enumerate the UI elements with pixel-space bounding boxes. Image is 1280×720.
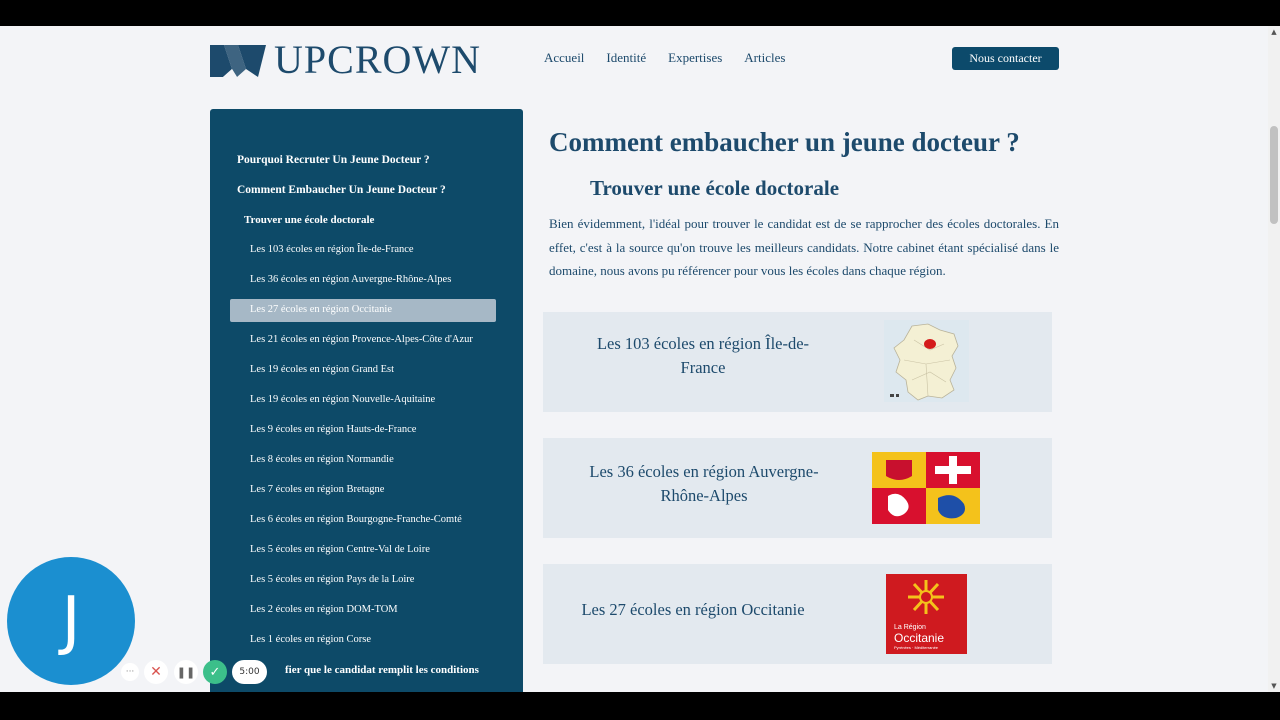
more-options-icon[interactable]: ··· <box>121 663 139 681</box>
brand-logo[interactable]: UPCROWN <box>210 40 481 80</box>
page-title: Comment embaucher un jeune docteur ? <box>549 127 1020 157</box>
crown-logo-icon <box>210 45 266 77</box>
section-title: Trouver une école doctorale <box>590 176 840 200</box>
recording-timer: 5:00 <box>232 660 267 684</box>
toc-item-corse[interactable]: Les 1 écoles en région Corse <box>250 634 371 645</box>
occitanie-logo: La Région Occitanie Pyrénées · Méditerra… <box>886 574 967 654</box>
main-nav: Accueil Identité Expertises Articles <box>544 50 785 66</box>
nav-link-articles[interactable]: Articles <box>744 50 785 66</box>
region-card-idf[interactable]: Les 103 écoles en région Île-de-France <box>543 312 1052 412</box>
table-of-contents: Pourquoi Recruter Un Jeune Docteur ? Com… <box>210 109 523 692</box>
toc-item-ara[interactable]: Les 36 écoles en région Auvergne-Rhône-A… <box>250 274 451 285</box>
recorder-avatar: J <box>7 557 135 685</box>
region-card-title: Les 103 écoles en région Île-de-France <box>596 334 810 377</box>
pause-icon[interactable]: ❚❚ <box>174 660 198 684</box>
toc-item-hauts-de-france[interactable]: Les 9 écoles en région Hauts-de-France <box>250 424 416 435</box>
toc-item-pourquoi[interactable]: Pourquoi Recruter Un Jeune Docteur ? <box>237 154 430 166</box>
toc-item-bretagne[interactable]: Les 7 écoles en région Bretagne <box>250 484 384 495</box>
toc-item-pays-de-la-loire[interactable]: Les 5 écoles en région Pays de la Loire <box>250 574 414 585</box>
toc-item-occitanie[interactable]: Les 27 écoles en région Occitanie <box>250 304 392 315</box>
scroll-thumb[interactable] <box>1270 126 1278 224</box>
toc-item-verifier[interactable]: fier que le candidat remplit les conditi… <box>285 664 479 676</box>
contact-button[interactable]: Nous contacter <box>952 47 1059 70</box>
nav-link-accueil[interactable]: Accueil <box>544 50 584 66</box>
nav-link-expertises[interactable]: Expertises <box>668 50 722 66</box>
occitanie-logo-line2: Occitanie <box>894 631 945 645</box>
toc-item-idf[interactable]: Les 103 écoles en région Île-de-France <box>250 244 414 255</box>
toc-item-paca[interactable]: Les 21 écoles en région Provence-Alpes-C… <box>250 334 473 345</box>
page-scrollbar[interactable]: ▲ ▼ <box>1268 26 1280 692</box>
occitan-cross-icon <box>908 580 944 614</box>
toc-item-dom-tom[interactable]: Les 2 écoles en région DOM-TOM <box>250 604 398 615</box>
toc-item-comment[interactable]: Comment Embaucher Un Jeune Docteur ? <box>237 184 446 196</box>
brand-name: UPCROWN <box>274 37 482 82</box>
toc-item-normandie[interactable]: Les 8 écoles en région Normandie <box>250 454 394 465</box>
toc-item-bfc[interactable]: Les 6 écoles en région Bourgogne-Franche… <box>250 514 462 525</box>
intro-paragraph: Bien évidemment, l'idéal pour trouver le… <box>549 216 1059 278</box>
screen-top-bar <box>0 0 1280 26</box>
web-page: UPCROWN Accueil Identité Expertises Arti… <box>0 26 1268 692</box>
toc-item-trouver-ecole[interactable]: Trouver une école doctorale <box>244 214 374 226</box>
region-card-ara[interactable]: Les 36 écoles en région Auvergne-Rhône-A… <box>543 438 1052 538</box>
region-card-occitanie[interactable]: Les 27 écoles en région Occitanie La Rég… <box>543 564 1052 664</box>
scroll-down-icon[interactable]: ▼ <box>1268 680 1280 692</box>
nav-link-identite[interactable]: Identité <box>606 50 646 66</box>
toc-item-centre[interactable]: Les 5 écoles en région Centre-Val de Loi… <box>250 544 430 555</box>
cancel-recording-icon[interactable]: ✕ <box>144 660 168 684</box>
toc-item-nouvelle-aquitaine[interactable]: Les 19 écoles en région Nouvelle-Aquitai… <box>250 394 435 405</box>
region-card-title: Les 27 écoles en région Occitanie <box>581 600 805 619</box>
occitanie-logo-line3: Pyrénées · Méditerranée <box>894 645 939 650</box>
france-map-icon <box>884 320 969 402</box>
region-card-title: Les 36 écoles en région Auvergne-Rhône-A… <box>589 462 819 505</box>
toc-item-grand-est[interactable]: Les 19 écoles en région Grand Est <box>250 364 394 375</box>
auvergne-rhone-alpes-flag-icon <box>872 452 980 524</box>
scroll-up-icon[interactable]: ▲ <box>1268 26 1280 38</box>
screen-bottom-bar <box>0 692 1280 720</box>
finish-recording-icon[interactable]: ✓ <box>203 660 227 684</box>
